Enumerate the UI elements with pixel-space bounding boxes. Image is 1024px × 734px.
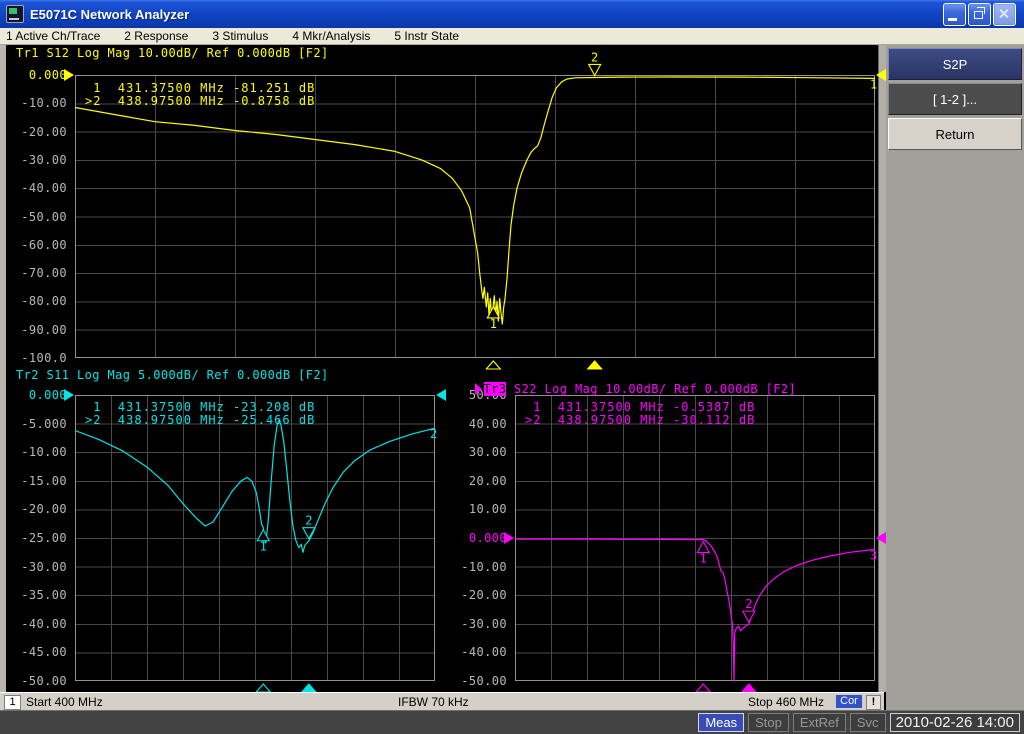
y-tick-label: -50.00 bbox=[445, 674, 507, 688]
marker-1-number: 1 bbox=[260, 540, 267, 554]
trace3-marker2-readout: >2 438.97500 MHz -30.112 dB bbox=[525, 413, 755, 427]
title-bar: E5071C Network Analyzer bbox=[0, 0, 1024, 28]
y-tick-label: -30.00 bbox=[5, 153, 67, 167]
status-bar: 1 Start 400 MHz IFBW 70 kHz Stop 460 MHz… bbox=[0, 692, 884, 711]
chart-tr2[interactable]: 1 2 2 bbox=[75, 395, 435, 681]
ifbw-label: IFBW 70 kHz bbox=[398, 695, 469, 709]
marker-2-number: 2 bbox=[591, 50, 598, 64]
alert-badge: ! bbox=[866, 695, 881, 710]
y-tick-label: 40.00 bbox=[445, 417, 507, 431]
y-tick-label: 0.000 bbox=[5, 388, 67, 402]
marker-2-glyph[interactable] bbox=[743, 611, 755, 622]
softkey-sidebar: S2P [ 1-2 ]... Return bbox=[886, 45, 1024, 710]
app-icon bbox=[6, 5, 24, 23]
softkey-menu-title[interactable]: S2P bbox=[888, 48, 1022, 80]
trace3-marker1-readout: 1 431.37500 MHz -0.5387 dB bbox=[525, 400, 755, 414]
trace-number-label: 1 bbox=[870, 77, 877, 91]
chart-tr1[interactable]: 121 bbox=[75, 75, 875, 358]
y-tick-label: 0.000 bbox=[5, 68, 67, 82]
y-tick-label: -10.00 bbox=[445, 560, 507, 574]
taskbar: Meas Stop ExtRef Svc 2010-02-26 14:00 bbox=[0, 710, 1024, 734]
menu-item-mkr-analysis[interactable]: 4 Mkr/Analysis bbox=[292, 29, 370, 43]
trace2-header[interactable]: Tr2 S11 Log Mag 5.000dB/ Ref 0.000dB [F2… bbox=[16, 368, 329, 382]
window-controls bbox=[943, 3, 1024, 26]
menu-bar: 1 Active Ch/Trace 2 Response 3 Stimulus … bbox=[0, 28, 1024, 45]
y-tick-label: -50.00 bbox=[5, 674, 67, 688]
menu-item-stimulus[interactable]: 3 Stimulus bbox=[212, 29, 268, 43]
y-tick-label: -10.00 bbox=[5, 96, 67, 110]
active-trace-arrow-icon bbox=[475, 383, 482, 395]
marker-2-number: 2 bbox=[745, 597, 752, 611]
y-tick-label: -5.000 bbox=[5, 417, 67, 431]
close-icon bbox=[997, 7, 1010, 20]
y-tick-label: -40.00 bbox=[445, 645, 507, 659]
correction-status-badge: Cor bbox=[836, 695, 862, 708]
y-tick-label: -20.00 bbox=[5, 502, 67, 516]
graticule bbox=[75, 395, 435, 681]
y-tick-label: 10.00 bbox=[445, 502, 507, 516]
y-tick-label: -100.0 bbox=[5, 351, 67, 365]
trace2-marker1-readout: 1 431.37500 MHz -23.208 dB bbox=[85, 400, 315, 414]
trace3-header-text: S22 Log Mag 10.00dB/ Ref 0.000dB [F2] bbox=[506, 382, 796, 396]
meas-indicator: Meas bbox=[698, 713, 744, 732]
y-tick-label: -50.00 bbox=[5, 210, 67, 224]
y-tick-label: -45.00 bbox=[5, 645, 67, 659]
y-tick-label: -70.00 bbox=[5, 266, 67, 280]
y-tick-label: -20.00 bbox=[445, 588, 507, 602]
channel-number-badge: 1 bbox=[4, 695, 21, 710]
restore-button[interactable] bbox=[968, 3, 991, 26]
trace3-name-badge: Tr3 bbox=[484, 382, 507, 396]
y-tick-label: -80.00 bbox=[5, 294, 67, 308]
chart-tr3[interactable]: 1 2 3 bbox=[515, 395, 875, 681]
trace1-header[interactable]: Tr1 S12 Log Mag 10.00dB/ Ref 0.000dB [F2… bbox=[16, 46, 329, 60]
softkey-return[interactable]: Return bbox=[888, 118, 1022, 150]
stop-indicator: Stop bbox=[748, 713, 789, 732]
menu-item-active-ch-trace[interactable]: 1 Active Ch/Trace bbox=[6, 29, 100, 43]
trace2-marker2-readout: >2 438.97500 MHz -25.466 dB bbox=[85, 413, 315, 427]
close-button[interactable] bbox=[993, 3, 1016, 26]
y-tick-label: -20.00 bbox=[5, 125, 67, 139]
trace1-marker2-readout: >2 438.97500 MHz -0.8758 dB bbox=[85, 94, 315, 108]
y-tick-label: 0.000 bbox=[445, 531, 507, 545]
graticule bbox=[515, 395, 875, 681]
window-title: E5071C Network Analyzer bbox=[30, 7, 189, 22]
restore-icon bbox=[974, 11, 983, 19]
y-tick-label: -15.00 bbox=[5, 474, 67, 488]
y-tick-label: -40.00 bbox=[5, 181, 67, 195]
svc-indicator: Svc bbox=[850, 713, 886, 732]
minimize-icon bbox=[948, 18, 957, 21]
menu-item-instr-state[interactable]: 5 Instr State bbox=[394, 29, 459, 43]
start-frequency-label: Start 400 MHz bbox=[26, 695, 103, 709]
trace1-marker1-readout: 1 431.37500 MHz -81.251 dB bbox=[85, 81, 315, 95]
y-tick-label: -30.00 bbox=[5, 560, 67, 574]
y-tick-label: -35.00 bbox=[5, 588, 67, 602]
trace-number-label: 2 bbox=[430, 427, 437, 441]
y-tick-label: -25.00 bbox=[5, 531, 67, 545]
y-tick-label: -90.00 bbox=[5, 323, 67, 337]
y-tick-label: -10.00 bbox=[5, 445, 67, 459]
menu-item-response[interactable]: 2 Response bbox=[124, 29, 188, 43]
marker-1-number: 1 bbox=[700, 552, 707, 566]
y-tick-label: -30.00 bbox=[445, 617, 507, 631]
y-tick-label: -60.00 bbox=[5, 238, 67, 252]
y-tick-label: 30.00 bbox=[445, 445, 507, 459]
trace-number-label: 3 bbox=[870, 548, 877, 562]
datetime-display: 2010-02-26 14:00 bbox=[890, 713, 1020, 732]
y-tick-label: -40.00 bbox=[5, 617, 67, 631]
app-window: E5071C Network Analyzer 1 Active Ch/Trac… bbox=[0, 0, 1024, 734]
marker-1-number: 1 bbox=[490, 317, 497, 331]
stop-frequency-label: Stop 460 MHz bbox=[748, 695, 824, 709]
graticule bbox=[75, 75, 875, 358]
minimize-button[interactable] bbox=[943, 3, 966, 26]
softkey-1-2-ports[interactable]: [ 1-2 ]... bbox=[888, 83, 1022, 115]
y-tick-label: 20.00 bbox=[445, 474, 507, 488]
extref-indicator: ExtRef bbox=[793, 713, 846, 732]
marker-2-number: 2 bbox=[305, 514, 312, 528]
